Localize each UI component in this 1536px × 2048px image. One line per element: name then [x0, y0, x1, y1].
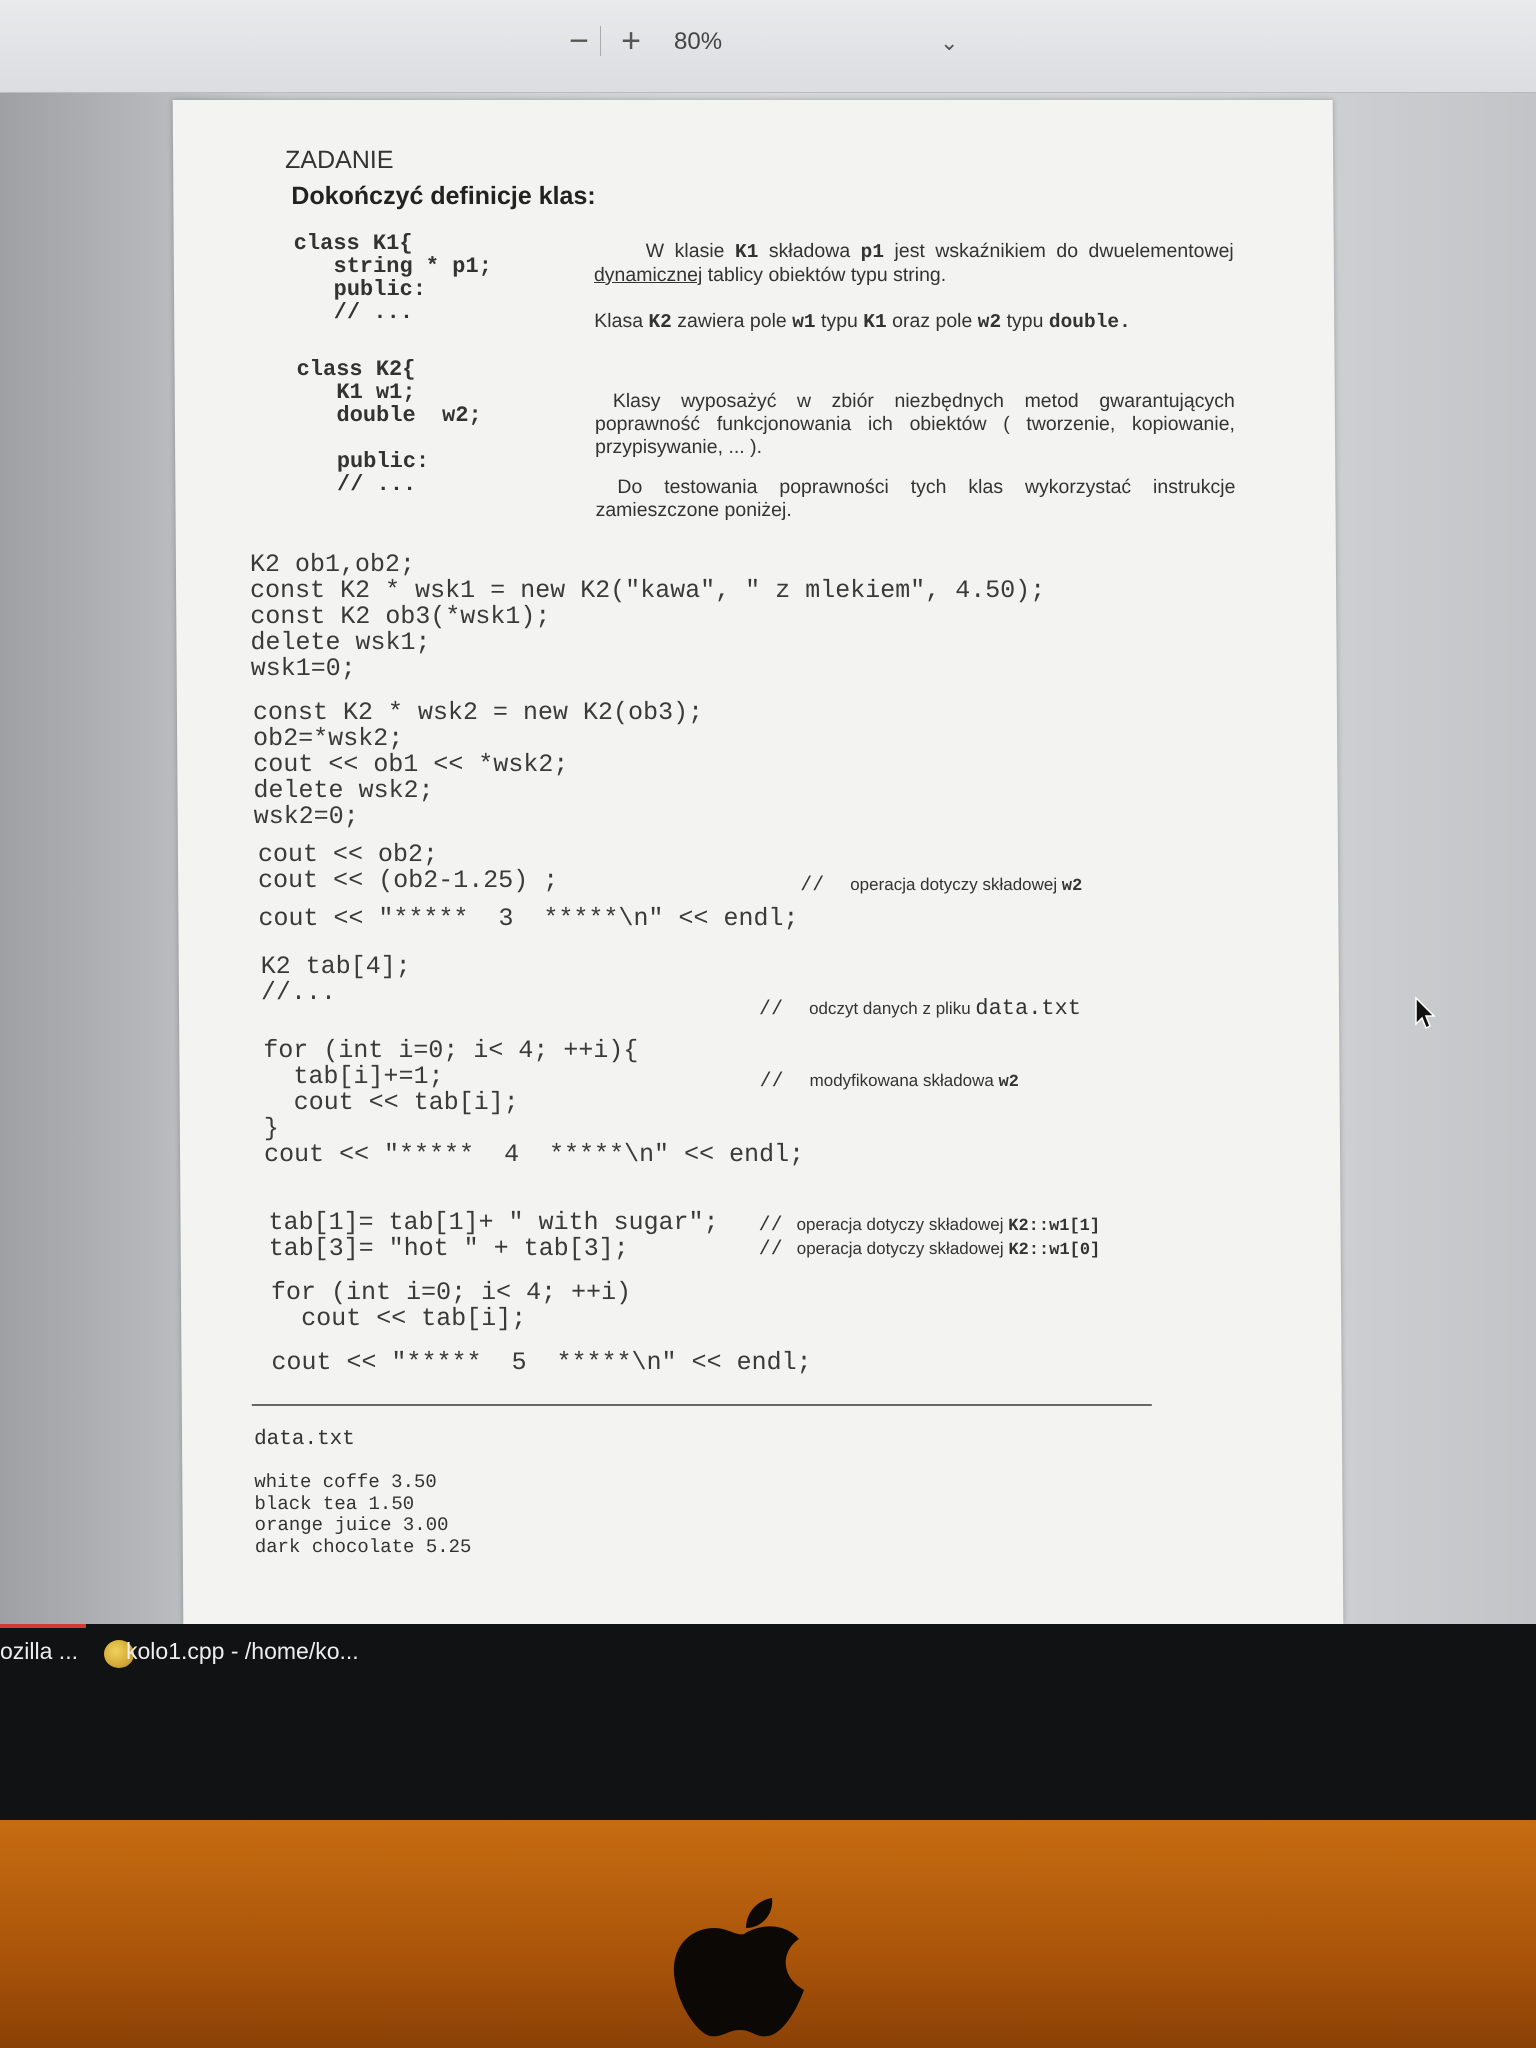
active-task-indicator: [0, 1624, 86, 1628]
code-block-3: cout << ob2; cout << (ob2-1.25) ;: [257, 840, 559, 895]
code-line-3: cout << "***** 3 *****\n" << endl;: [258, 904, 799, 933]
comment-k2-w1-0: //operacja dotyczy składowej K2::w1[0]: [758, 1238, 1101, 1261]
viewer-toolbar: − + 80% ⌄: [0, 0, 1536, 93]
description-k2: Klasa K2 zawiera pole w1 typu K1 oraz po…: [594, 310, 1131, 333]
code-block-1: K2 ob1,ob2; const K2 * wsk1 = new K2("ka…: [249, 550, 1046, 683]
taskbar-item-kolo1[interactable]: kolo1.cpp - /home/ko...: [126, 1638, 359, 1665]
page-heading: ZADANIE: [285, 146, 394, 174]
apple-logo-icon: [673, 1898, 804, 2037]
zoom-level-select[interactable]: 80%: [674, 28, 722, 56]
code-block-2: const K2 * wsk2 = new K2(ob3); ob2=*wsk2…: [252, 698, 704, 831]
code-block-6: tab[1]= tab[1]+ " with sugar"; tab[3]= "…: [268, 1208, 719, 1263]
description-methods: Klasy wyposażyć w zbiór niezbędnych meto…: [594, 390, 1236, 458]
zoom-in-button[interactable]: +: [612, 22, 650, 60]
data-file-title: data.txt: [253, 1428, 355, 1451]
code-block-4: K2 tab[4]; //...: [260, 952, 411, 1007]
zoom-out-button[interactable]: −: [560, 22, 598, 60]
description-k1: W klasie K1 składowa p1 jest wskaźnikiem…: [593, 240, 1234, 286]
comment-k2-w1-1: //operacja dotyczy składowej K2::w1[1]: [758, 1214, 1101, 1237]
description-testing: Do testowania poprawności tych klas wyko…: [595, 476, 1236, 521]
comment-modified-w2: //modyfikowana składowa w2: [759, 1070, 1020, 1093]
data-file-contents: white coffe 3.50 black tea 1.50 orange j…: [254, 1471, 472, 1558]
divider-line: [251, 1404, 1152, 1406]
document-page: ZADANIE Dokończyć definicje klas: class …: [172, 100, 1344, 1624]
class-k2-code: class K2{ K1 w1; double w2; public: // .…: [296, 357, 482, 497]
taskbar: ozilla ... kolo1.cpp - /home/ko...: [0, 1624, 1536, 1820]
chevron-down-icon[interactable]: ⌄: [940, 30, 958, 56]
mouse-cursor-icon: [1415, 996, 1436, 1030]
taskbar-item-firefox[interactable]: ozilla ...: [0, 1638, 78, 1665]
code-line-5: cout << "***** 5 *****\n" << endl;: [271, 1348, 812, 1377]
comment-w2-operation: //operacja dotyczy składowej w2: [800, 874, 1083, 897]
code-block-7: for (int i=0; i< 4; ++i) cout << tab[i];: [270, 1278, 632, 1333]
page-subheading: Dokończyć definicje klas:: [291, 182, 596, 210]
class-k1-code: class K1{ string * p1; public: // ...: [293, 231, 492, 325]
toolbar-separator: [600, 26, 601, 56]
comment-read-file: //odczyt danych z pliku data.txt: [758, 996, 1082, 1021]
code-block-5: for (int i=0; i< 4; ++i){ tab[i]+=1; cou…: [263, 1036, 805, 1169]
